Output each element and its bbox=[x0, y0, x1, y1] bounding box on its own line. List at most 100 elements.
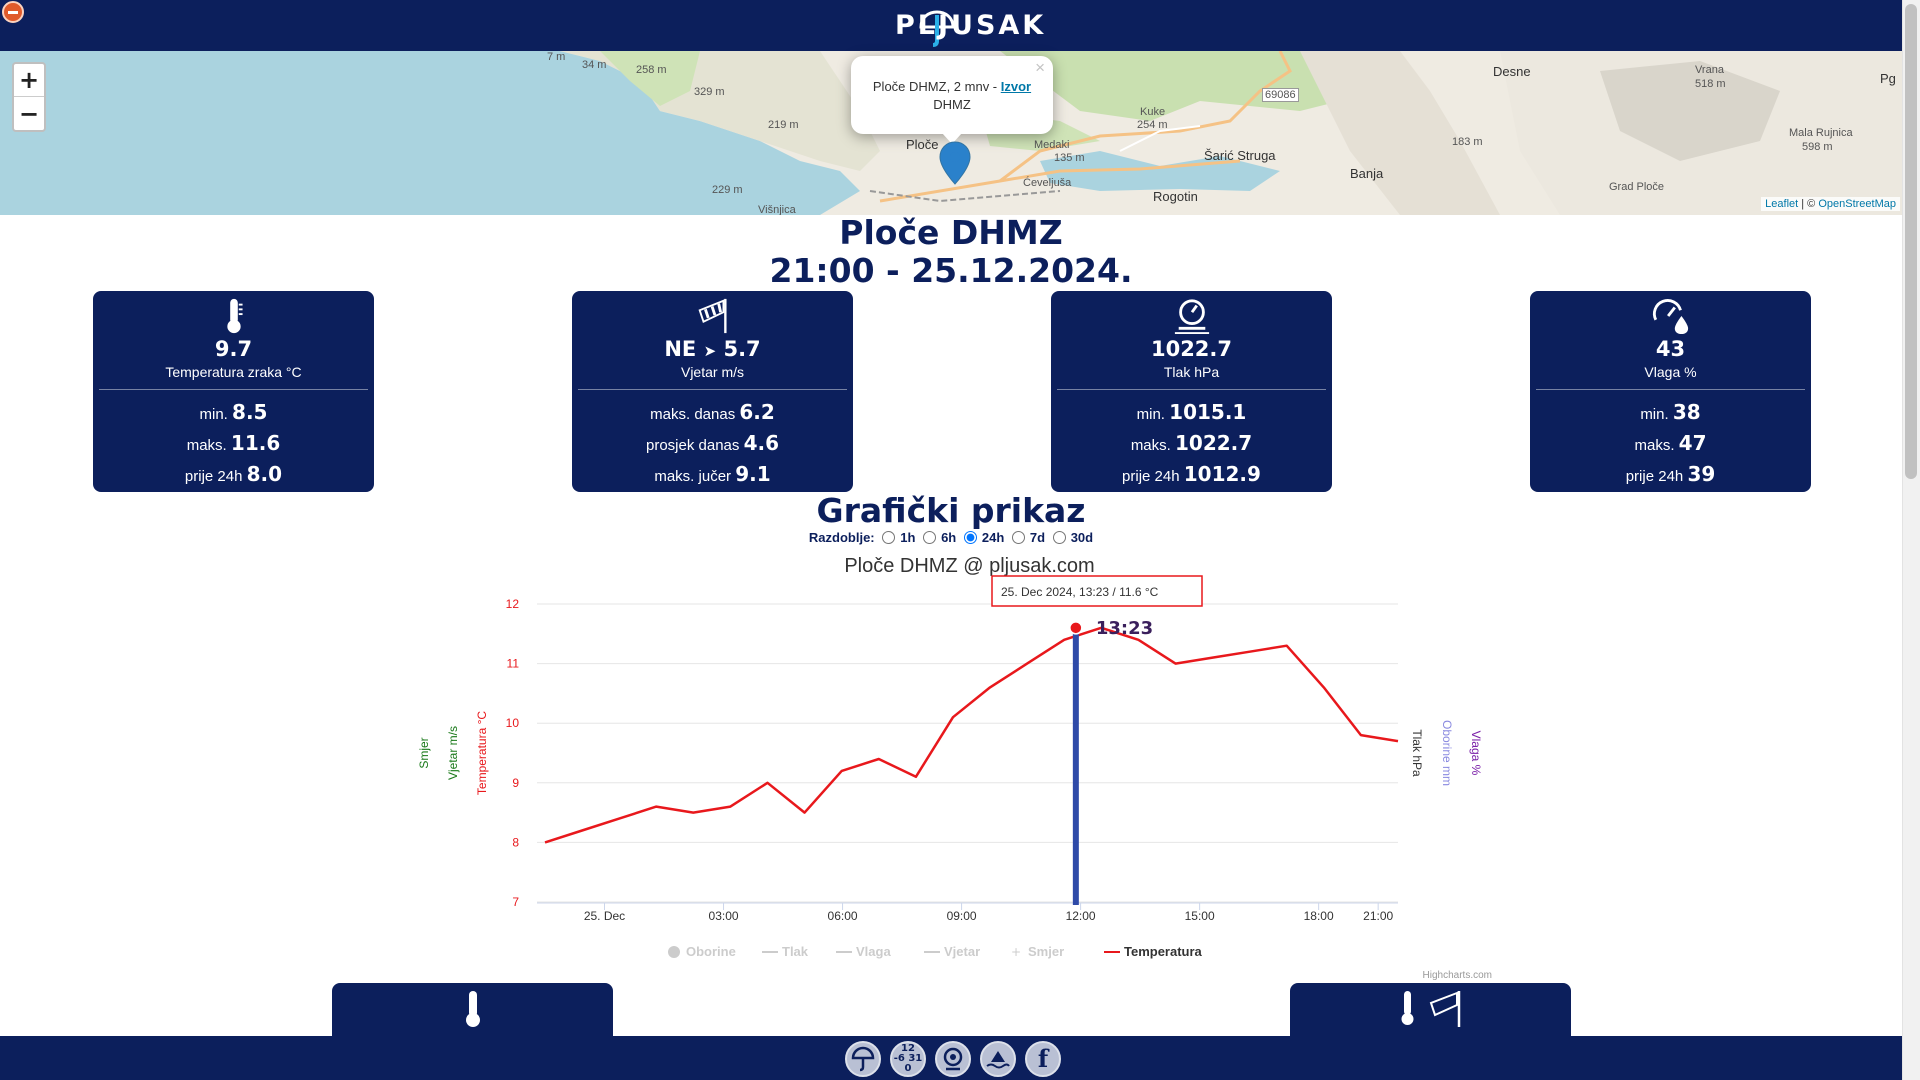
chart-credits: Highcharts.com bbox=[1423, 970, 1492, 981]
y-tick-label: 8 bbox=[512, 835, 519, 849]
wind-card: NE ➤ 5.7 Vjetar m/s maks. danas 6.2 pros… bbox=[572, 291, 853, 492]
right-axis-title: Tlak hPa bbox=[1410, 729, 1424, 777]
pressure-prev-row: prije 24h 1012.9 bbox=[1051, 460, 1332, 491]
pressure-card: 1022.7 Tlak hPa min. 1015.1 maks. 1022.7… bbox=[1051, 291, 1332, 492]
card-divider bbox=[578, 389, 847, 390]
stat-label: min. bbox=[1640, 406, 1669, 423]
legend-item: Vjetar bbox=[944, 944, 980, 959]
umbrella-logo-icon[interactable] bbox=[845, 1041, 881, 1077]
zoom-in-button[interactable]: + bbox=[14, 64, 44, 97]
osm-link[interactable]: OpenStreetMap bbox=[1818, 198, 1896, 210]
stat-label: maks. jučer bbox=[654, 468, 732, 485]
station-datetime: 21:00 - 25.12.2024. bbox=[769, 251, 1133, 290]
humidity-prev-value: 39 bbox=[1687, 462, 1716, 486]
temperature-card: 9.7 Temperatura zraka °C min. 8.5 maks. … bbox=[93, 291, 374, 492]
pressure-max-value: 1022.7 bbox=[1175, 431, 1253, 455]
climate-stats-icon[interactable]: 12 -6 31 0 bbox=[890, 1041, 926, 1077]
logo-text: PLJUSAK bbox=[895, 9, 1047, 41]
card-divider bbox=[1057, 389, 1326, 390]
period-option-label[interactable]: 30d bbox=[1071, 530, 1093, 545]
source-link[interactable]: Izvor bbox=[1001, 79, 1031, 94]
period-option-label[interactable]: 24h bbox=[982, 530, 1004, 545]
map-label-town: Banja bbox=[1350, 166, 1384, 181]
facebook-icon[interactable]: f bbox=[1025, 1041, 1061, 1077]
map-attribution: Leaflet | © OpenStreetMap bbox=[1761, 197, 1900, 211]
map-label: 135 m bbox=[1054, 152, 1085, 164]
map-label: 34 m bbox=[582, 59, 607, 71]
map-label: Medaki bbox=[1034, 139, 1070, 151]
zoom-out-button[interactable]: − bbox=[14, 97, 44, 130]
temperature-chart[interactable]: Ploče DHMZ @ pljusak.com 7 8 9 10 11 12 25. Dec… bbox=[400, 546, 1500, 986]
windsock-icon bbox=[698, 298, 727, 334]
x-tick-label: 15:00 bbox=[1185, 909, 1215, 923]
legend-item: Oborine bbox=[686, 944, 736, 959]
pressure-max-row: maks. 1022.7 bbox=[1051, 429, 1332, 460]
pressure-value: 1022.7 bbox=[1150, 337, 1233, 361]
period-option-label[interactable]: 7d bbox=[1030, 530, 1045, 545]
map-label: 229 m bbox=[712, 184, 743, 196]
map-label: 329 m bbox=[694, 86, 725, 98]
stop-icon[interactable] bbox=[2, 1, 24, 23]
map-label: Mala Rujnica bbox=[1789, 127, 1853, 139]
scrollbar[interactable] bbox=[1902, 0, 1920, 1080]
legend-item: Vlaga bbox=[856, 944, 891, 959]
thermometer-icon bbox=[226, 298, 243, 334]
legend-symbol: + bbox=[1011, 945, 1021, 959]
y-tick-label: 12 bbox=[506, 597, 520, 611]
bottom-temperature-card bbox=[332, 983, 613, 1043]
barometer-icon bbox=[1174, 299, 1209, 335]
map-label: Ćeveljuša bbox=[1023, 177, 1072, 189]
x-tick-label: 21:00 bbox=[1363, 909, 1393, 923]
map-marker-icon[interactable] bbox=[939, 141, 971, 185]
thermometer-windsock-icon bbox=[1401, 991, 1460, 1027]
temperature-value: 9.7 bbox=[214, 337, 253, 361]
sea-temperature-icon[interactable] bbox=[980, 1041, 1016, 1077]
stat-label: maks. bbox=[1130, 437, 1171, 454]
wind-avg-row: prosjek danas 4.6 bbox=[572, 429, 853, 460]
map-label: 254 m bbox=[1137, 119, 1168, 131]
map-label: 598 m bbox=[1802, 141, 1833, 153]
map-label: Vrana bbox=[1695, 64, 1724, 76]
period-radio-1h[interactable] bbox=[882, 531, 896, 544]
period-radio-24h[interactable] bbox=[963, 531, 977, 544]
wind-yesterday-value: 9.1 bbox=[735, 462, 771, 486]
y-tick-label: 11 bbox=[507, 657, 520, 671]
stat-label: prije 24h bbox=[1122, 468, 1180, 485]
humidity-max-value: 47 bbox=[1678, 431, 1707, 455]
map-label-town: Šarić Struga bbox=[1204, 148, 1276, 163]
period-option-label[interactable]: 6h bbox=[941, 530, 956, 545]
bottom-wind-card bbox=[1290, 983, 1571, 1043]
webcam-icon[interactable] bbox=[935, 1041, 971, 1077]
left-axis-title: Temperatura °C bbox=[475, 711, 489, 795]
stat-label: prije 24h bbox=[184, 468, 243, 485]
map-label: 183 m bbox=[1452, 136, 1483, 148]
highlighted-point bbox=[1069, 621, 1083, 635]
stat-label: maks. danas bbox=[650, 406, 736, 423]
station-popup: × Ploče DHMZ, 2 mnv - Izvor DHMZ bbox=[851, 56, 1053, 144]
station-name: Ploče DHMZ bbox=[839, 213, 1063, 252]
temperature-max-value: 11.6 bbox=[230, 431, 281, 455]
x-tick-label: 12:00 bbox=[1066, 909, 1096, 923]
popup-close-button[interactable]: × bbox=[1035, 59, 1045, 77]
legend-item: Temperatura bbox=[1124, 944, 1203, 959]
scrollbar-thumb[interactable] bbox=[1905, 4, 1917, 479]
map-label-town: Rogotin bbox=[1153, 189, 1198, 204]
card-divider bbox=[1536, 389, 1805, 390]
leaflet-link[interactable]: Leaflet bbox=[1765, 198, 1798, 210]
humidity-gauge-icon bbox=[1652, 299, 1688, 335]
pressure-min-row: min. 1015.1 bbox=[1051, 398, 1332, 429]
wind-direction: NE bbox=[664, 337, 697, 361]
period-option-label[interactable]: 1h bbox=[900, 530, 915, 545]
legend-item: Tlak bbox=[782, 944, 809, 959]
period-radio-30d[interactable] bbox=[1052, 531, 1066, 544]
temperature-min-value: 8.5 bbox=[232, 400, 268, 424]
legend-symbol bbox=[668, 946, 680, 958]
pljusak-logo[interactable]: PLJUSAK bbox=[895, 5, 1047, 47]
road-number-label: 69086 bbox=[1262, 88, 1299, 102]
map-label: 7 m bbox=[547, 51, 566, 63]
map-label-town: Ploče bbox=[906, 137, 939, 152]
period-label: Razdoblje: bbox=[808, 530, 875, 545]
period-radio-6h[interactable] bbox=[923, 531, 937, 544]
pressure-prev-value: 1012.9 bbox=[1183, 462, 1261, 486]
period-radio-7d[interactable] bbox=[1011, 531, 1025, 544]
